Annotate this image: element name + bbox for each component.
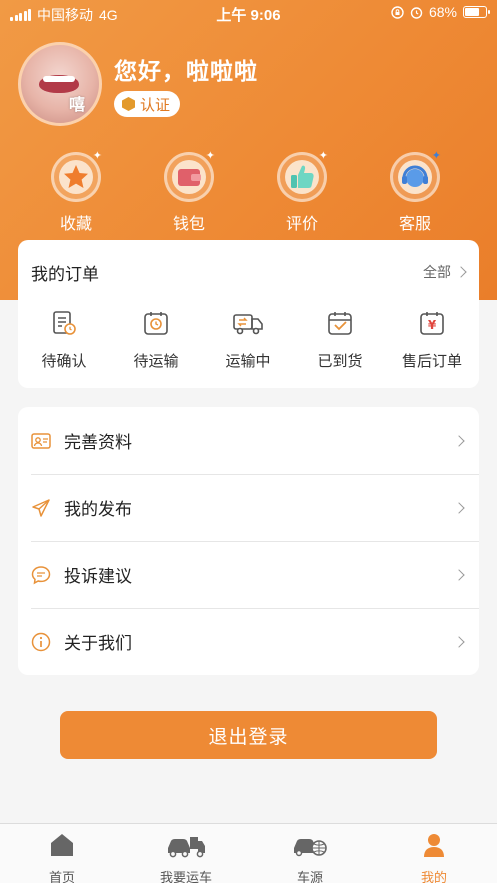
badge-label: 认证 (140, 96, 171, 114)
status-bar: 中国移动 4G 上午 9:06 68% (0, 0, 497, 26)
tab-ship-car[interactable]: 我要运车 (141, 832, 231, 883)
paper-plane-icon (32, 498, 50, 517)
quick-link-customer-service[interactable]: ✦ 客服 (375, 150, 455, 234)
menu-item-complete-profile[interactable]: 完善资料 (18, 407, 479, 474)
order-status-label: 待运输 (133, 353, 179, 370)
tab-bar: 首页 我要运车 车源 我的 (0, 823, 497, 883)
orders-card: 我的订单 全部 待确认 待运输 运输中 已到货 ¥ 售后订单 (18, 240, 479, 388)
order-status-label: 运输中 (225, 353, 271, 370)
quick-link-label: 收藏 (59, 216, 92, 233)
menu-item-complaints[interactable]: 投诉建议 (18, 541, 479, 608)
quick-link-label: 客服 (398, 216, 431, 233)
avatar-caption: 嘻 (68, 97, 85, 114)
battery-level (465, 8, 479, 16)
order-status-label: 已到货 (317, 353, 363, 370)
lock-rotation-icon (391, 5, 404, 19)
headset-icon: ✦ (390, 150, 441, 202)
home-icon (51, 834, 73, 856)
quick-link-label: 评价 (285, 216, 318, 233)
tab-label: 我要运车 (159, 870, 212, 883)
quick-link-favorites[interactable]: ✦ 收藏 (36, 150, 116, 234)
package-check-icon (328, 312, 352, 335)
info-icon (31, 632, 51, 651)
menu-item-my-posts[interactable]: 我的发布 (18, 474, 479, 541)
quick-link-wallet[interactable]: ✦ 钱包 (149, 150, 229, 234)
id-card-icon (31, 432, 51, 449)
battery-percent: 68% (428, 4, 457, 20)
tab-label: 车源 (296, 870, 323, 883)
shield-icon (122, 97, 135, 111)
chevron-right-icon (453, 434, 465, 447)
menu-card: 完善资料 我的发布 投诉建议 关于我们 (18, 407, 479, 675)
chevron-right-icon (453, 568, 465, 581)
quick-link-label: 钱包 (172, 216, 205, 233)
greeting-text: 您好，啦啦啦 (114, 58, 258, 84)
tab-mine[interactable]: 我的 (389, 832, 479, 883)
verification-badge[interactable]: 认证 (114, 91, 181, 117)
orders-view-all[interactable]: 全部 (423, 262, 467, 282)
menu-item-label: 我的发布 (64, 500, 132, 519)
orders-all-label: 全部 (423, 264, 451, 280)
battery-icon (463, 6, 490, 18)
order-status-delivered[interactable]: 已到货 (300, 310, 380, 371)
tab-label: 我的 (420, 870, 447, 883)
clock-icon (144, 312, 168, 335)
order-status-label: 售后订单 (401, 353, 462, 370)
svg-text:¥: ¥ (428, 318, 437, 332)
order-status-in-transit[interactable]: 运输中 (208, 310, 288, 371)
logout-button[interactable]: 退出登录 (60, 711, 437, 759)
tab-home[interactable]: 首页 (17, 832, 107, 883)
chevron-right-icon (453, 635, 465, 648)
user-icon (424, 834, 444, 857)
avatar[interactable]: 嘻 (18, 42, 102, 126)
tab-car-source[interactable]: 车源 (265, 832, 355, 883)
wallet-icon: ✦ (164, 150, 215, 202)
star-icon: ✦ (51, 150, 102, 202)
order-status-label: 待确认 (41, 353, 87, 370)
thumbs-up-icon: ✦ (277, 150, 328, 202)
order-status-pending-confirm[interactable]: 待确认 (24, 310, 104, 371)
order-status-awaiting-transport[interactable]: 待运输 (116, 310, 196, 371)
menu-item-label: 投诉建议 (64, 567, 132, 586)
car-globe-icon (294, 839, 327, 857)
order-status-after-sales[interactable]: ¥ 售后订单 (392, 310, 472, 371)
truck-icon (233, 314, 263, 335)
yuan-receipt-icon: ¥ (420, 312, 444, 335)
car-truck-icon (168, 837, 205, 858)
menu-item-label: 关于我们 (64, 634, 132, 653)
menu-item-about-us[interactable]: 关于我们 (18, 608, 479, 675)
tab-label: 首页 (48, 870, 75, 883)
chevron-right-icon (453, 501, 465, 514)
orders-title: 我的订单 (31, 265, 99, 284)
chat-bubble-icon (31, 565, 51, 584)
chevron-right-icon (455, 266, 467, 278)
quick-link-reviews[interactable]: ✦ 评价 (262, 150, 342, 234)
document-clock-icon (53, 311, 76, 335)
menu-item-label: 完善资料 (64, 433, 132, 452)
alarm-icon (410, 6, 423, 19)
